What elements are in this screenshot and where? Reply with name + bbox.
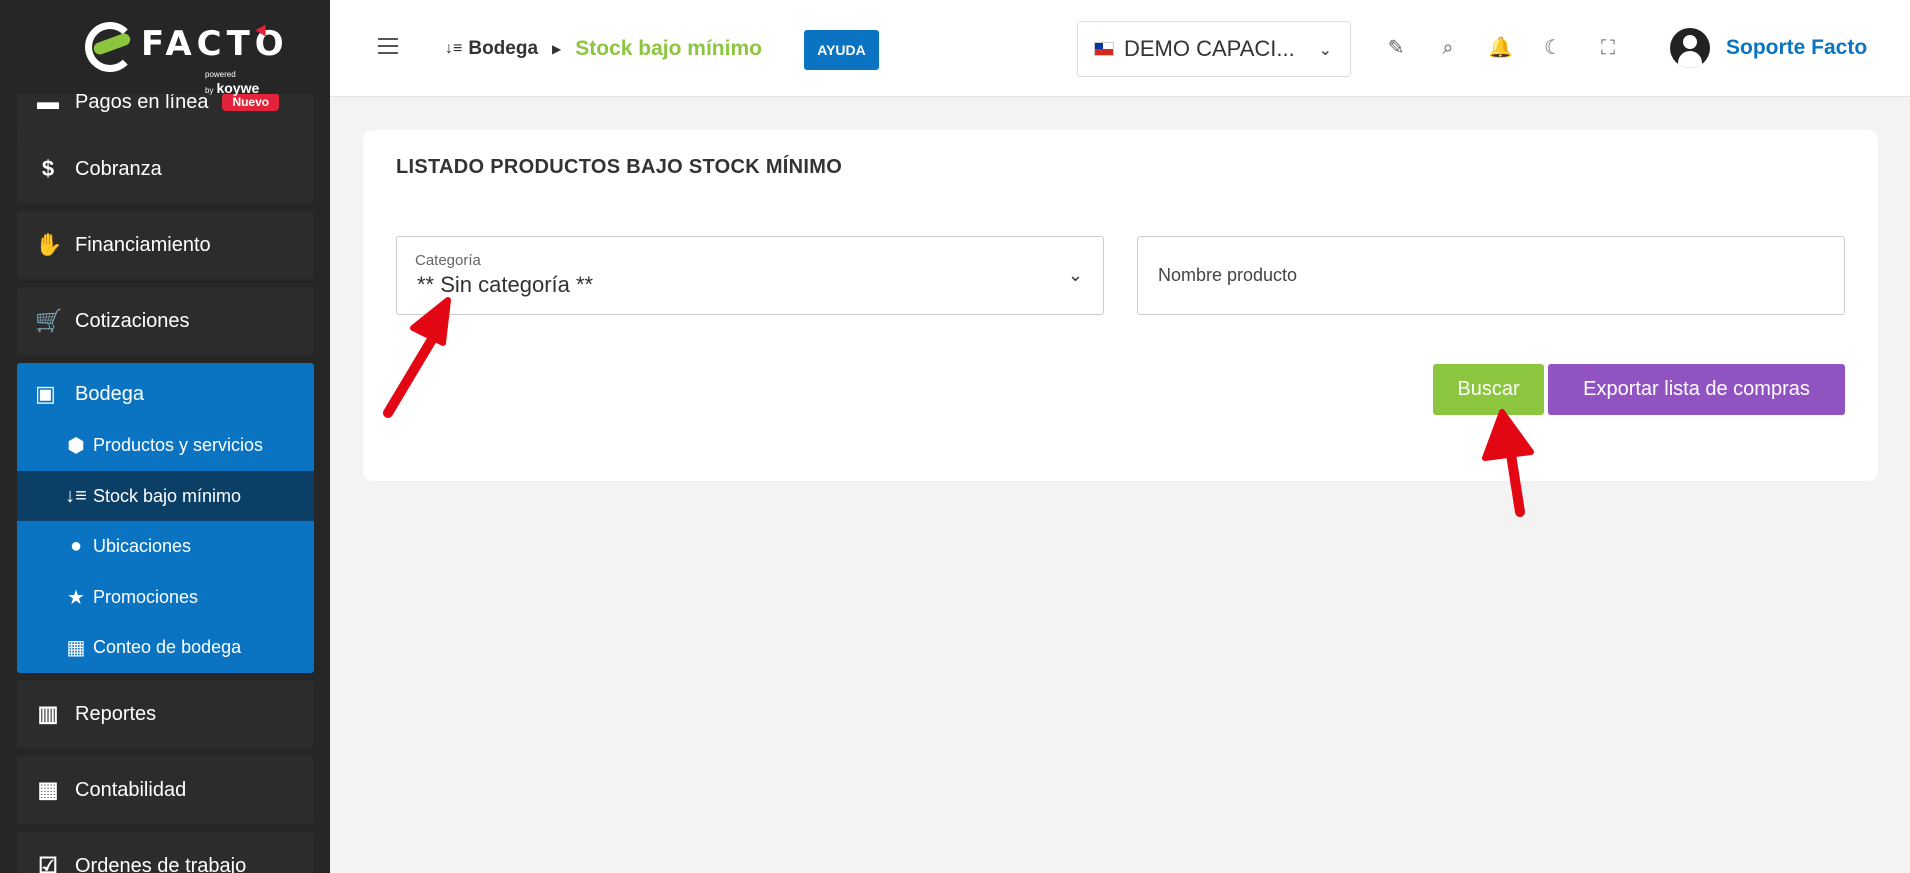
sidebar-subitem-stock-bajo-minimo[interactable]: ↓≡ Stock bajo mínimo: [17, 471, 314, 521]
search-button[interactable]: Buscar: [1433, 364, 1544, 415]
sort-down-icon: ↓≡: [65, 484, 87, 507]
user-menu[interactable]: Soporte Facto: [1670, 28, 1867, 68]
sidebar-subitem-label: Productos y servicios: [93, 434, 264, 455]
export-shopping-list-button[interactable]: Exportar lista de compras: [1548, 364, 1845, 415]
sidebar-subitem-label: Conteo de bodega: [93, 636, 242, 657]
logo-subtitle: powered by koywe: [205, 70, 260, 96]
category-select[interactable]: Categoría ** Sin categoría ** ⌄: [396, 236, 1104, 315]
user-name: Soporte Facto: [1726, 36, 1868, 59]
sidebar-item-cotizaciones[interactable]: 🛒 Cotizaciones: [17, 287, 314, 355]
logo[interactable]: FACTO powered by koywe: [0, 0, 330, 96]
company-name: DEMO CAPACI...: [1124, 36, 1295, 61]
category-label: Categoría: [415, 252, 481, 269]
calculator-icon: ▦: [66, 636, 86, 659]
chevron-down-icon: ⌄: [1067, 265, 1083, 285]
avatar: [1670, 28, 1710, 68]
company-selector[interactable]: DEMO CAPACI... ⌄: [1077, 21, 1351, 77]
product-name-input[interactable]: [1137, 236, 1845, 315]
search-icon[interactable]: ⌕: [1436, 36, 1460, 60]
sort-down-icon: ↓≡: [445, 40, 463, 57]
sidebar-item-bodega[interactable]: ▣ Bodega: [35, 381, 144, 407]
sidebar-item-ordenes-de-trabajo[interactable]: ☑ Ordenes de trabajo: [17, 832, 314, 873]
dollar-icon: $: [41, 156, 55, 181]
box-icon: ⬢: [67, 434, 85, 457]
sidebar-item-label: Financiamiento: [75, 233, 211, 256]
cart-icon: 🛒: [35, 308, 63, 333]
hand-money-icon: ✋: [35, 232, 63, 257]
sidebar-item-financiamiento[interactable]: ✋ Financiamiento: [17, 211, 314, 279]
fullscreen-icon[interactable]: ⛶: [1596, 36, 1620, 60]
sidebar-group-bodega: ▣ Bodega ⬢ Productos y servicios ↓≡ Stoc…: [17, 363, 314, 673]
bell-icon[interactable]: 🔔: [1488, 36, 1513, 60]
sidebar-item-label: Contabilidad: [75, 778, 187, 801]
calculator-icon: ▦: [37, 777, 59, 802]
sidebar-item-contabilidad[interactable]: ▦ Contabilidad: [17, 756, 314, 824]
stock-filter-card: LISTADO PRODUCTOS BAJO STOCK MÍNIMO Cate…: [363, 130, 1878, 481]
boxes-icon: ▣: [35, 381, 56, 406]
sidebar-item-label: Bodega: [75, 382, 144, 405]
header: ↓≡ Bodega ▶ Stock bajo mínimo AYUDA DEMO …: [330, 0, 1910, 97]
sidebar-subitem-label: Ubicaciones: [93, 535, 192, 556]
sidebar-subitem-productos-y-servicios[interactable]: ⬢ Productos y servicios: [17, 420, 314, 470]
page-title: LISTADO PRODUCTOS BAJO STOCK MÍNIMO: [396, 156, 843, 178]
sidebar-subitem-label: Promociones: [93, 586, 199, 607]
star-icon: ★: [67, 586, 85, 609]
chile-flag-icon: [1094, 42, 1114, 56]
category-value: ** Sin categoría **: [417, 272, 594, 297]
breadcrumb-parent[interactable]: ↓≡ Bodega: [445, 38, 538, 60]
breadcrumb: ↓≡ Bodega ▶ Stock bajo mínimo: [445, 37, 762, 61]
help-button[interactable]: AYUDA: [804, 30, 879, 70]
sidebar-item-label: Cotizaciones: [75, 309, 190, 332]
sidebar-item-cobranza[interactable]: $ Cobranza: [17, 135, 314, 203]
sidebar-item-reportes[interactable]: ▥ Reportes: [17, 680, 314, 748]
breadcrumb-current: Stock bajo mínimo: [575, 37, 762, 60]
sidebar-item-label: Cobranza: [75, 157, 162, 180]
chevron-down-icon: ⌄: [1318, 42, 1332, 59]
edit-document-icon[interactable]: ✎: [1384, 36, 1408, 60]
moon-icon[interactable]: ☾: [1541, 36, 1565, 60]
hamburger-menu-icon[interactable]: [378, 38, 398, 54]
bar-chart-icon: ▥: [37, 701, 59, 726]
sidebar-subitem-label: Stock bajo mínimo: [93, 485, 242, 506]
caret-right-icon: ▶: [552, 42, 562, 56]
map-pin-icon: ●: [69, 534, 83, 557]
sidebar-subitem-ubicaciones[interactable]: ● Ubicaciones: [17, 521, 314, 571]
sidebar-subitem-promociones[interactable]: ★ Promociones: [17, 572, 314, 622]
sidebar: ▬ Pagos en línea Nuevo $ Cobranza ✋ Fina…: [0, 0, 330, 873]
checklist-icon: ☑: [38, 853, 58, 873]
sidebar-item-label: Ordenes de trabajo: [75, 854, 247, 873]
sidebar-item-label: Reportes: [75, 702, 157, 725]
sidebar-subitem-conteo-de-bodega[interactable]: ▦ Conteo de bodega: [17, 622, 314, 672]
